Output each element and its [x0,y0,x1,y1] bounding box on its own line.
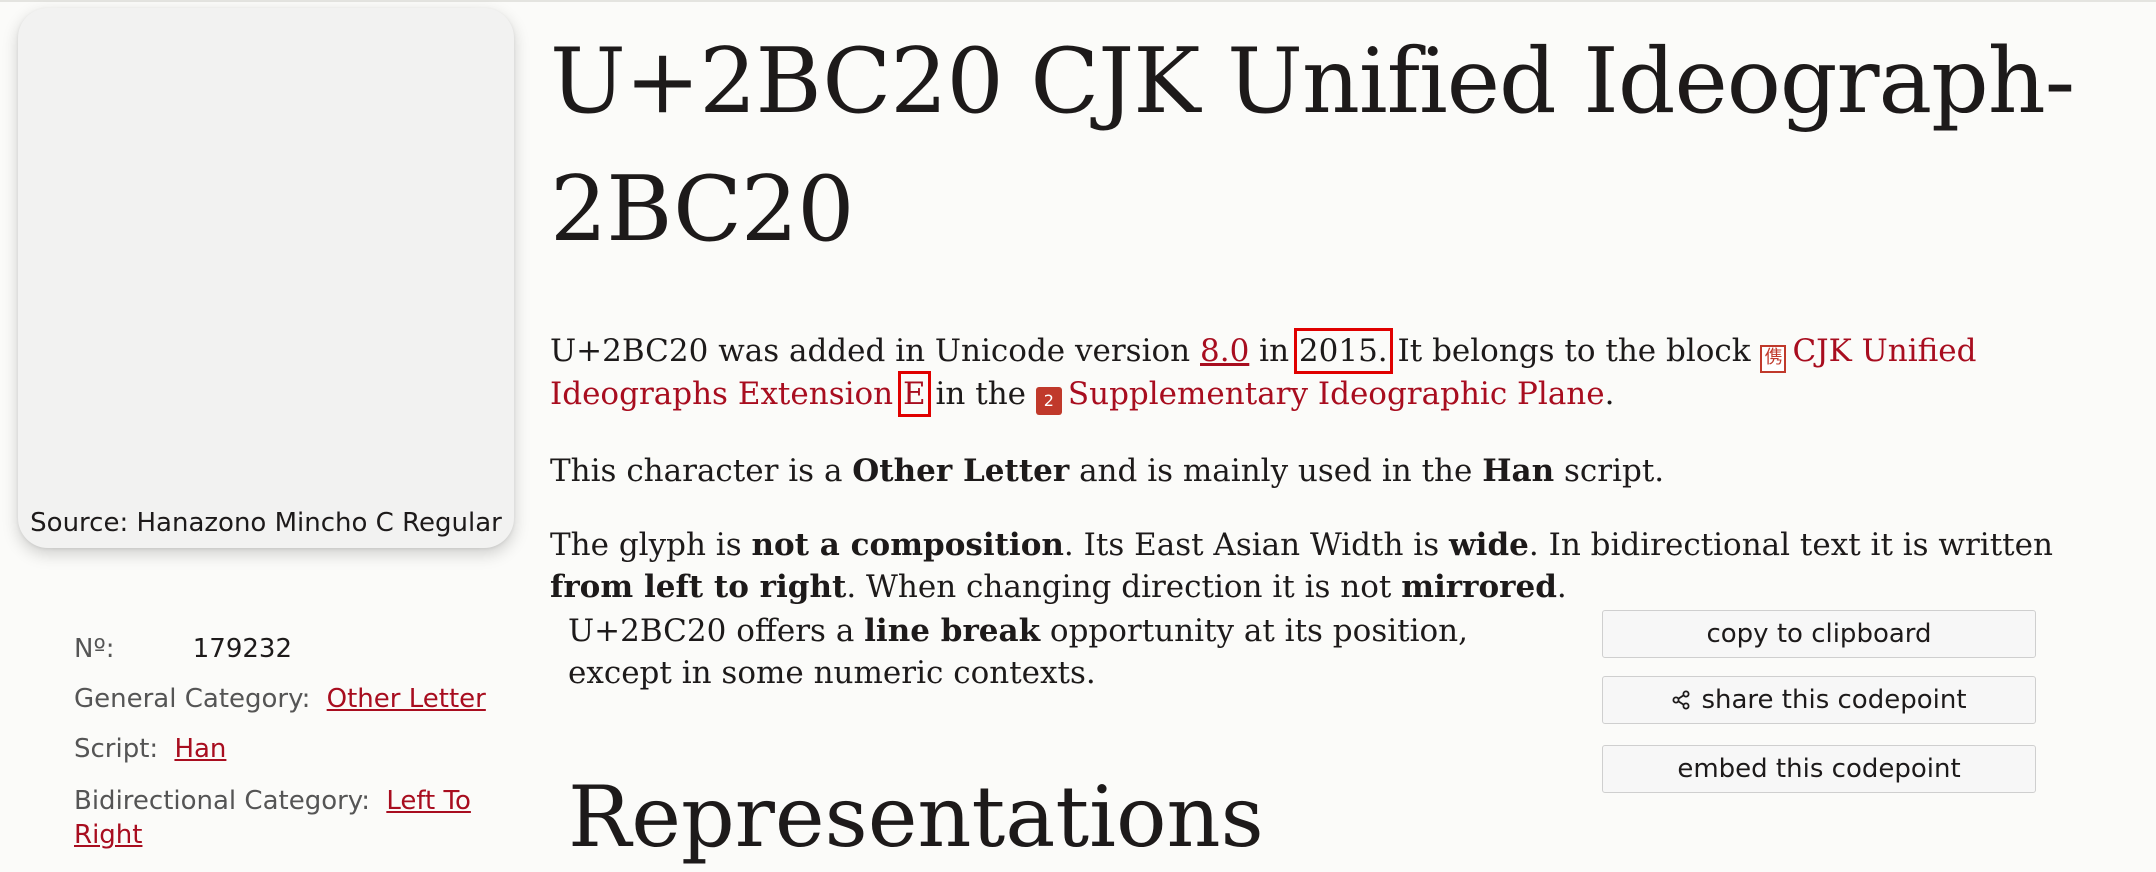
intro-text: U+2BC20 was added in Unicode version [550,333,1200,369]
glyph-info-text: The glyph is [550,527,751,563]
page-title: U+2BC20 CJK Unified Ideograph-2BC20 [550,18,2140,274]
script-link[interactable]: Han [174,734,226,764]
meta-label: Script: [74,734,158,764]
glyph-source: Source: Hanazono Mincho C Regular [18,508,514,538]
glyph-info-text: . [1557,569,1567,605]
line-break-paragraph: U+2BC20 offers a line break opportunity … [568,610,1528,694]
intro-text: . [1605,376,1615,412]
meta-bidi: Bidirectional Category: Left To Right [74,784,514,852]
version-link[interactable]: 8.0 [1200,333,1249,369]
intro-paragraph: U+2BC20 was added in Unicode version 8.0… [550,330,2110,415]
category-text: This character is a [550,453,852,489]
share-icon [1671,690,1691,710]
line-break-value: line break [864,613,1040,649]
category-value: Other Letter [852,453,1069,489]
share-button-label: share this codepoint [1701,685,1966,715]
glyph-card: 𫰠 Source: Hanazono Mincho C Regular [18,8,514,548]
line-break-text: U+2BC20 offers a [568,613,864,649]
copy-to-clipboard-button[interactable]: copy to clipboard [1602,610,2036,658]
category-text: and is mainly used in the [1069,453,1482,489]
intro-text: It belongs to the block [1388,333,1761,369]
block-glyph-icon: 㑺 [1760,345,1786,373]
glyph-info-line1: The glyph is not a composition. Its East… [550,524,2070,608]
representations-heading: Representations [568,762,1264,872]
direction-value: from left to right [550,569,846,605]
meta-value: 179232 [193,634,292,664]
top-divider [0,0,2156,2]
intro-text: in the [926,376,1036,412]
script-value: Han [1482,453,1554,489]
intro-text: in [1249,333,1299,369]
composition-value: not a composition [751,527,1063,563]
share-codepoint-button[interactable]: share this codepoint [1602,676,2036,724]
meta-general-category: General Category: Other Letter [74,684,486,714]
meta-label: Nº: [74,634,114,664]
glyph-info-text: . In bidirectional text it is written [1529,527,2053,563]
year-text: 2015. [1299,333,1388,369]
plane-link-label: Supplementary Ideographic Plane [1068,376,1605,412]
category-text: script. [1554,453,1664,489]
copy-button-label: copy to clipboard [1706,619,1931,649]
general-category-link[interactable]: Other Letter [327,684,486,714]
width-value: wide [1449,527,1529,563]
meta-number: Nº: 179232 [74,634,292,664]
mirrored-value: mirrored [1401,569,1557,605]
plane-glyph-icon: 2 [1036,387,1062,415]
plane-link[interactable]: 2 Supplementary Ideographic Plane [1036,376,1605,412]
meta-script: Script: Han [74,734,226,764]
meta-label: General Category: [74,684,310,714]
category-paragraph: This character is a Other Letter and is … [550,450,2110,492]
embed-codepoint-button[interactable]: embed this codepoint [1602,745,2036,793]
block-link-letter: E [903,376,926,412]
meta-label: Bidirectional Category: [74,786,370,816]
glyph-info-text: . Its East Asian Width is [1064,527,1449,563]
glyph-image: 𫰠 [18,8,514,496]
glyph-info-text: . When changing direction it is not [846,569,1401,605]
embed-button-label: embed this codepoint [1677,754,1960,784]
